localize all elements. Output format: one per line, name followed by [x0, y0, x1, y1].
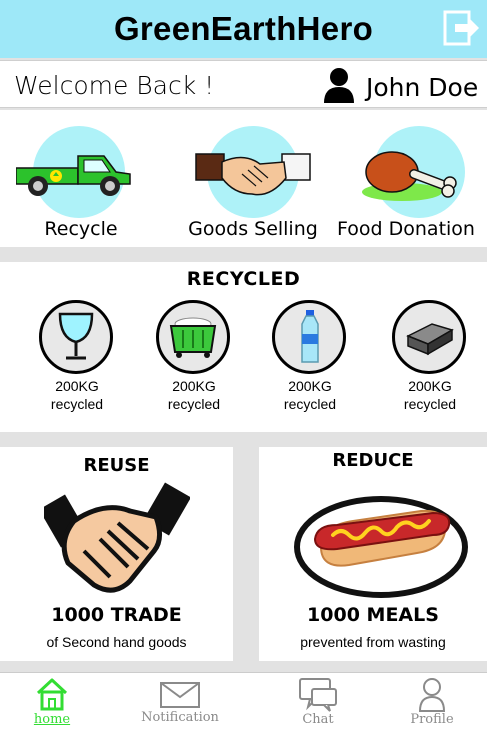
app-header: GreenEarthHero: [0, 0, 487, 58]
bin-icon: [169, 317, 217, 358]
reuse-description: of Second hand goods: [46, 634, 187, 650]
reuse-card[interactable]: REUSE 1000 TRADE of Second hand goods: [0, 447, 233, 661]
reuse-stat: 1000 TRADE: [51, 604, 182, 626]
action-label-goods-selling: Goods Selling: [188, 218, 318, 240]
envelope-icon: [160, 682, 200, 708]
recycled-amount: 200KG: [408, 378, 452, 394]
action-label-food-donation: Food Donation: [337, 218, 475, 240]
goods-selling-button[interactable]: Goods Selling: [172, 110, 334, 247]
action-row: Recycle Goods Selling Food Donation: [0, 110, 487, 247]
reuse-title: REUSE: [83, 455, 150, 476]
chat-icon: [299, 678, 337, 712]
tab-label-chat: Chat: [302, 712, 334, 727]
tab-label-notification: Notification: [141, 710, 219, 725]
recycled-unit-label: recycled: [167, 396, 221, 412]
hotdog-plate-icon: [294, 496, 468, 598]
recycled-unit-label: recycled: [283, 396, 337, 412]
glass-icon: [58, 312, 94, 360]
recycled-unit-label: recycled: [403, 396, 457, 412]
reduce-stat: 1000 MEALS: [307, 604, 439, 626]
reduce-card[interactable]: REDUCE 1000 MEALS prevented from wasting: [259, 447, 487, 661]
profile-icon: [418, 678, 446, 712]
recycled-amount: 200KG: [172, 378, 216, 394]
tab-notification[interactable]: Notification: [126, 673, 234, 731]
welcome-greeting: Welcome Back !: [14, 71, 215, 100]
recycled-amount: 200KG: [288, 378, 332, 394]
truck-icon: [16, 155, 131, 196]
recycled-item-glass[interactable]: 200KG recycled: [27, 300, 127, 420]
app-title: GreenEarthHero: [113, 10, 374, 47]
recycled-item-metal[interactable]: 200KG recycled: [380, 300, 480, 420]
recycled-amount: 200KG: [55, 378, 99, 394]
action-label-recycle: Recycle: [44, 218, 118, 240]
food-donation-button[interactable]: Food Donation: [325, 110, 487, 247]
recycled-item-bottle[interactable]: 200KG recycled: [260, 300, 360, 420]
recycled-item-bin[interactable]: 200KG recycled: [144, 300, 244, 420]
welcome-bar: Welcome Back ! John Doe: [0, 60, 487, 108]
tab-home[interactable]: home: [0, 673, 104, 731]
handshake-icon: [44, 482, 190, 593]
recycled-unit-label: recycled: [50, 396, 104, 412]
recycle-button[interactable]: Recycle: [0, 110, 162, 247]
handshake-icon: [195, 153, 311, 196]
recycled-title: RECYCLED: [186, 268, 301, 290]
tab-label-home: home: [33, 712, 71, 727]
tab-profile[interactable]: Profile: [378, 673, 486, 731]
tab-chat[interactable]: Chat: [264, 673, 372, 731]
user-name[interactable]: John Doe: [366, 73, 478, 102]
bottle-icon: [301, 310, 319, 363]
home-icon: [36, 678, 68, 711]
metal-bar-icon: [406, 323, 454, 356]
tab-label-profile: Profile: [410, 712, 454, 727]
reduce-description: prevented from wasting: [300, 634, 446, 650]
user-avatar-icon[interactable]: [322, 67, 356, 103]
recycled-section: RECYCLED 200KG recycled 200KG recycled 2…: [0, 262, 487, 432]
chicken-leg-icon: [362, 151, 457, 201]
reduce-title: REDUCE: [332, 450, 414, 471]
logout-icon[interactable]: [441, 8, 481, 48]
bottom-tab-bar: home Notification Chat Profile: [0, 672, 487, 731]
